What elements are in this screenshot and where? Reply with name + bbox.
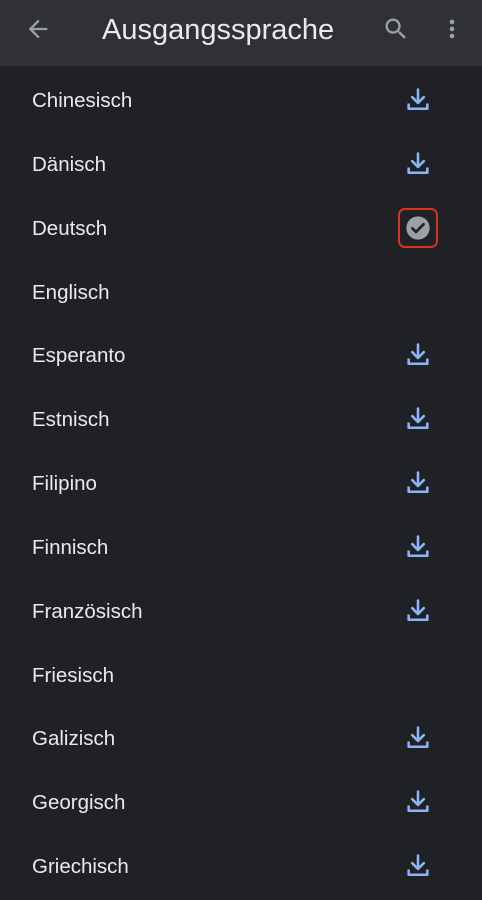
language-label: Dänisch	[32, 152, 107, 176]
language-label: Griechisch	[32, 855, 129, 879]
search-button[interactable]	[372, 0, 420, 58]
language-list-item[interactable]: Deutsch	[0, 196, 482, 260]
language-list-item[interactable]: Dänisch	[0, 132, 482, 196]
language-list-item[interactable]: Georgisch	[0, 770, 482, 834]
language-label: Französisch	[32, 599, 143, 623]
download-button[interactable]	[398, 846, 438, 886]
language-list-item[interactable]: Filipino	[0, 451, 482, 515]
download-button[interactable]	[398, 399, 438, 439]
download-button[interactable]	[398, 591, 438, 631]
downloaded-indicator[interactable]	[398, 207, 438, 248]
language-label: Estnisch	[32, 408, 110, 432]
download-icon	[407, 343, 429, 366]
check-circle-icon	[406, 216, 430, 240]
download-button[interactable]	[398, 80, 438, 120]
download-icon	[407, 854, 429, 877]
download-button[interactable]	[398, 527, 438, 567]
back-button[interactable]	[14, 0, 62, 58]
language-list-item[interactable]: Esperanto	[0, 323, 482, 387]
download-icon	[407, 535, 429, 557]
language-label: Chinesisch	[32, 89, 133, 112]
download-icon	[407, 726, 429, 749]
more-vert-icon	[449, 19, 455, 39]
download-button[interactable]	[398, 718, 438, 758]
search-icon	[385, 18, 406, 39]
language-list-item[interactable]: Friesisch	[0, 643, 482, 707]
download-icon	[407, 88, 429, 111]
top-app-bar: Ausgangssprache	[0, 0, 482, 66]
arrow-back-icon	[28, 19, 48, 39]
language-list: Chinesisch Dänisch Deutsch Englisch Espe…	[0, 68, 482, 898]
language-list-item[interactable]: Griechisch	[0, 834, 482, 898]
download-button[interactable]	[398, 144, 438, 184]
download-button[interactable]	[398, 463, 438, 503]
language-label: Esperanto	[32, 344, 126, 368]
language-label: Deutsch	[32, 216, 108, 240]
more-options-button[interactable]	[428, 0, 476, 58]
language-label: Galizisch	[32, 727, 116, 751]
language-list-item[interactable]: Französisch	[0, 579, 482, 643]
download-icon	[407, 152, 429, 174]
download-icon	[407, 471, 429, 494]
language-list-item[interactable]: Galizisch	[0, 706, 482, 770]
language-label: Georgisch	[32, 791, 126, 815]
language-label: Friesisch	[32, 663, 115, 687]
download-button[interactable]	[398, 782, 438, 822]
language-list-item[interactable]: Finnisch	[0, 515, 482, 579]
download-button[interactable]	[398, 335, 438, 375]
language-label: Filipino	[32, 472, 97, 496]
language-list-item[interactable]: Chinesisch	[0, 68, 482, 132]
language-label: Englisch	[32, 280, 110, 304]
language-label: Finnisch	[32, 535, 109, 559]
language-list-item[interactable]: Estnisch	[0, 387, 482, 451]
language-list-item[interactable]: Englisch	[0, 260, 482, 324]
language-picker-screen: Ausgangssprache Chinesisch Dänisch Deuts…	[0, 0, 482, 900]
download-icon	[407, 598, 429, 621]
download-icon	[407, 790, 429, 813]
page-title: Ausgangssprache	[102, 14, 335, 46]
download-icon	[407, 407, 429, 430]
